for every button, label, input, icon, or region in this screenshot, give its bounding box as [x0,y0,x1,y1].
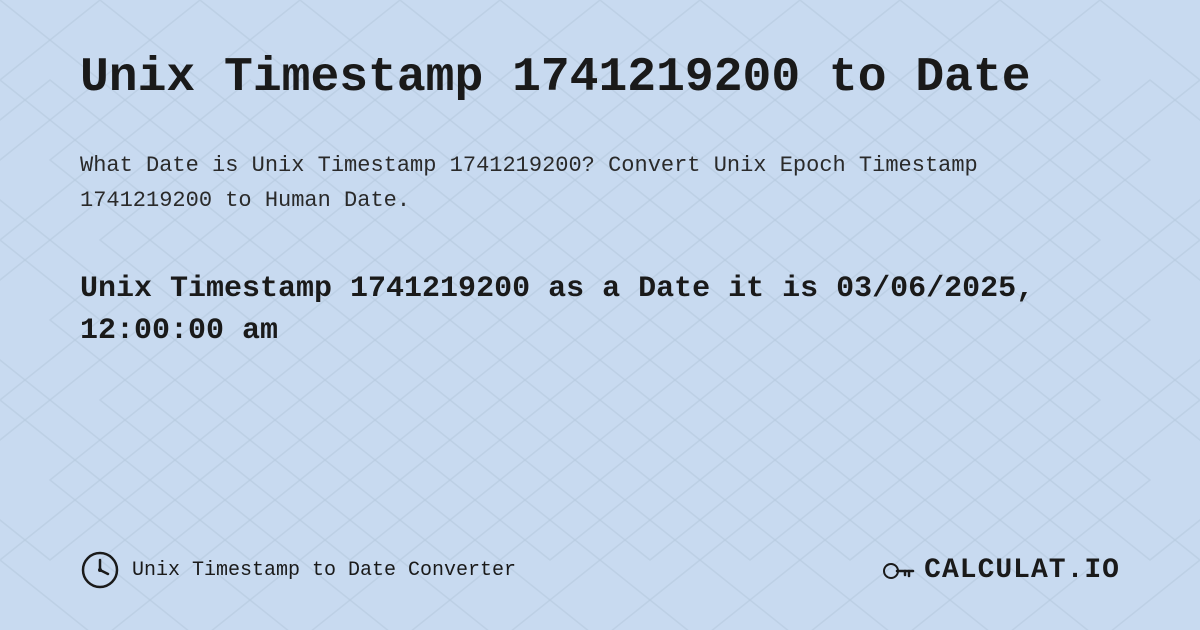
footer-label: Unix Timestamp to Date Converter [132,559,516,582]
clock-icon [80,550,120,590]
result-text: Unix Timestamp 1741219200 as a Date it i… [80,268,1120,352]
footer: Unix Timestamp to Date Converter CALCULA… [80,530,1120,590]
page-description: What Date is Unix Timestamp 1741219200? … [80,148,1120,218]
page-title: Unix Timestamp 1741219200 to Date [80,50,1120,108]
logo-icon [881,553,916,588]
logo: CALCULAT.IO [881,553,1120,588]
logo-text: CALCULAT.IO [924,555,1120,586]
footer-left: Unix Timestamp to Date Converter [80,550,516,590]
